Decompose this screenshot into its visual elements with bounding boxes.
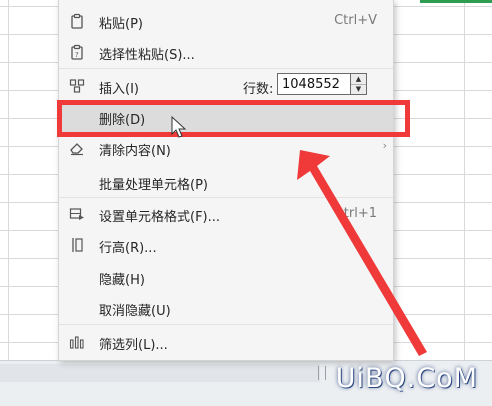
site-watermark: UiBQ.CoM bbox=[335, 363, 478, 394]
mouse-cursor-icon bbox=[171, 115, 187, 138]
